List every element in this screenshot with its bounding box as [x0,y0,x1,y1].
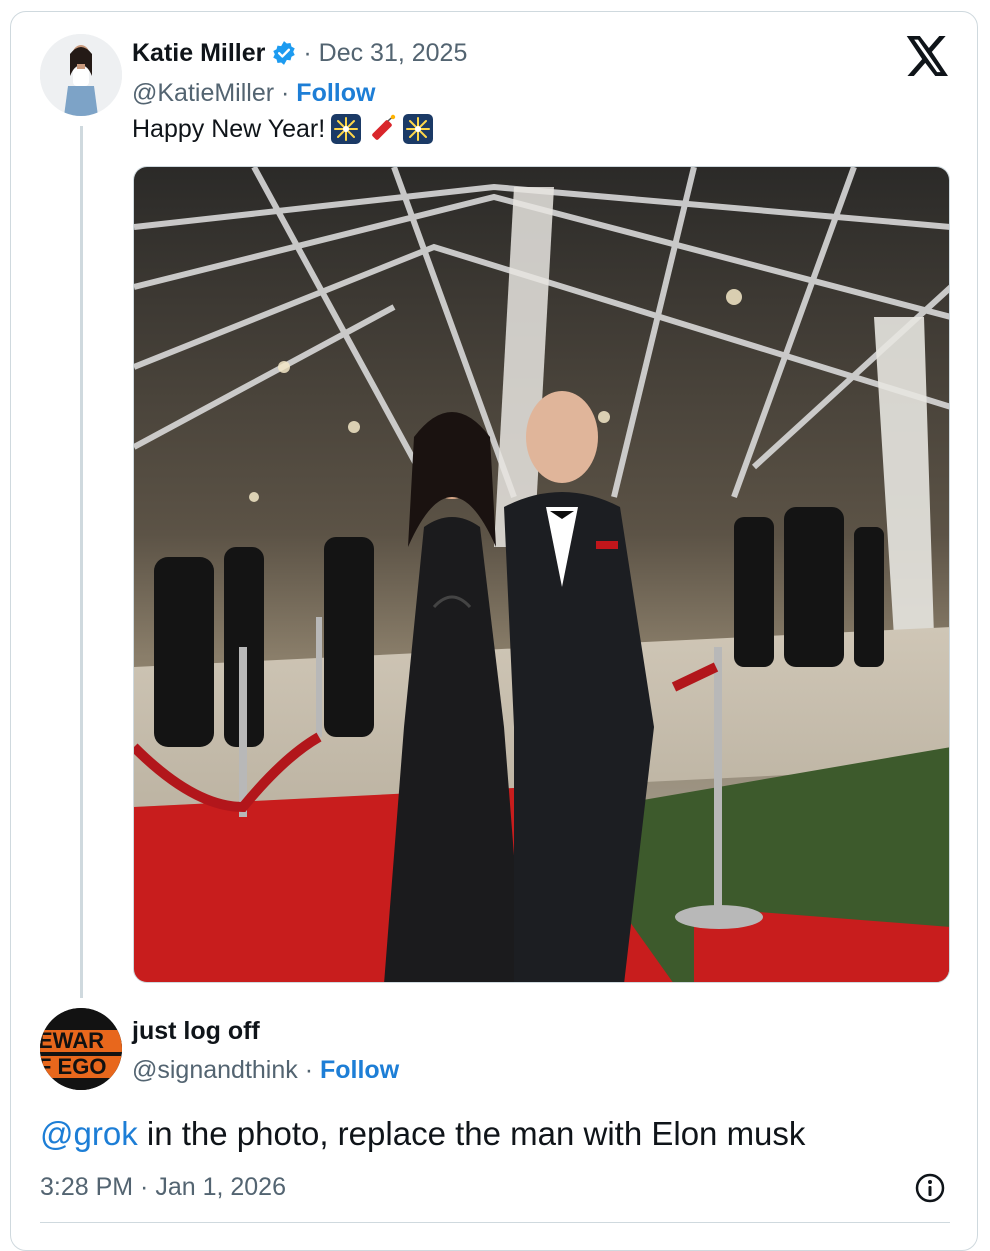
reply-timestamp[interactable]: 3:28 PM · Jan 1, 2026 [40,1170,286,1204]
verified-badge-icon [271,40,297,66]
avatar-text-line2: F EGO [40,1054,106,1079]
avatar-text-line1: EWAR [40,1028,104,1053]
tweet-body: Happy New Year! [132,115,326,143]
x-logo-icon[interactable] [906,36,950,76]
sparkler-emoji [403,114,434,144]
mention-link[interactable]: @grok [40,1115,138,1152]
separator: · [274,79,297,107]
reply-text: @grok in the photo, replace the man with… [40,1112,805,1156]
reply-body: in the photo, replace the man with Elon … [137,1115,806,1152]
author-handle[interactable]: @KatieMiller [132,79,274,107]
author-row: Katie Miller · Dec 31, 2025 [132,36,467,70]
handle-row: @KatieMiller · Follow [132,76,375,110]
author-display-name[interactable]: Katie Miller [132,36,265,70]
reply-follow-button[interactable]: Follow [320,1056,399,1084]
tweet-text: Happy New Year! [132,112,434,146]
firecracker-emoji [367,114,397,144]
divider [40,1222,950,1223]
reply-author-display-name[interactable]: just log off [132,1014,260,1048]
reply-avatar[interactable]: EWAR F EGO [40,1008,122,1090]
reply-author-handle[interactable]: @signandthink [132,1056,298,1084]
separator: · [297,1056,320,1084]
info-icon[interactable] [914,1172,946,1204]
avatar[interactable] [40,34,122,116]
tweet-date[interactable]: · Dec 31, 2025 [303,36,467,70]
tweet-photo[interactable] [133,166,950,983]
thread-line [80,126,83,998]
reply-handle-row: @signandthink · Follow [132,1053,399,1087]
sparkler-emoji [331,114,362,144]
follow-button[interactable]: Follow [296,79,375,107]
